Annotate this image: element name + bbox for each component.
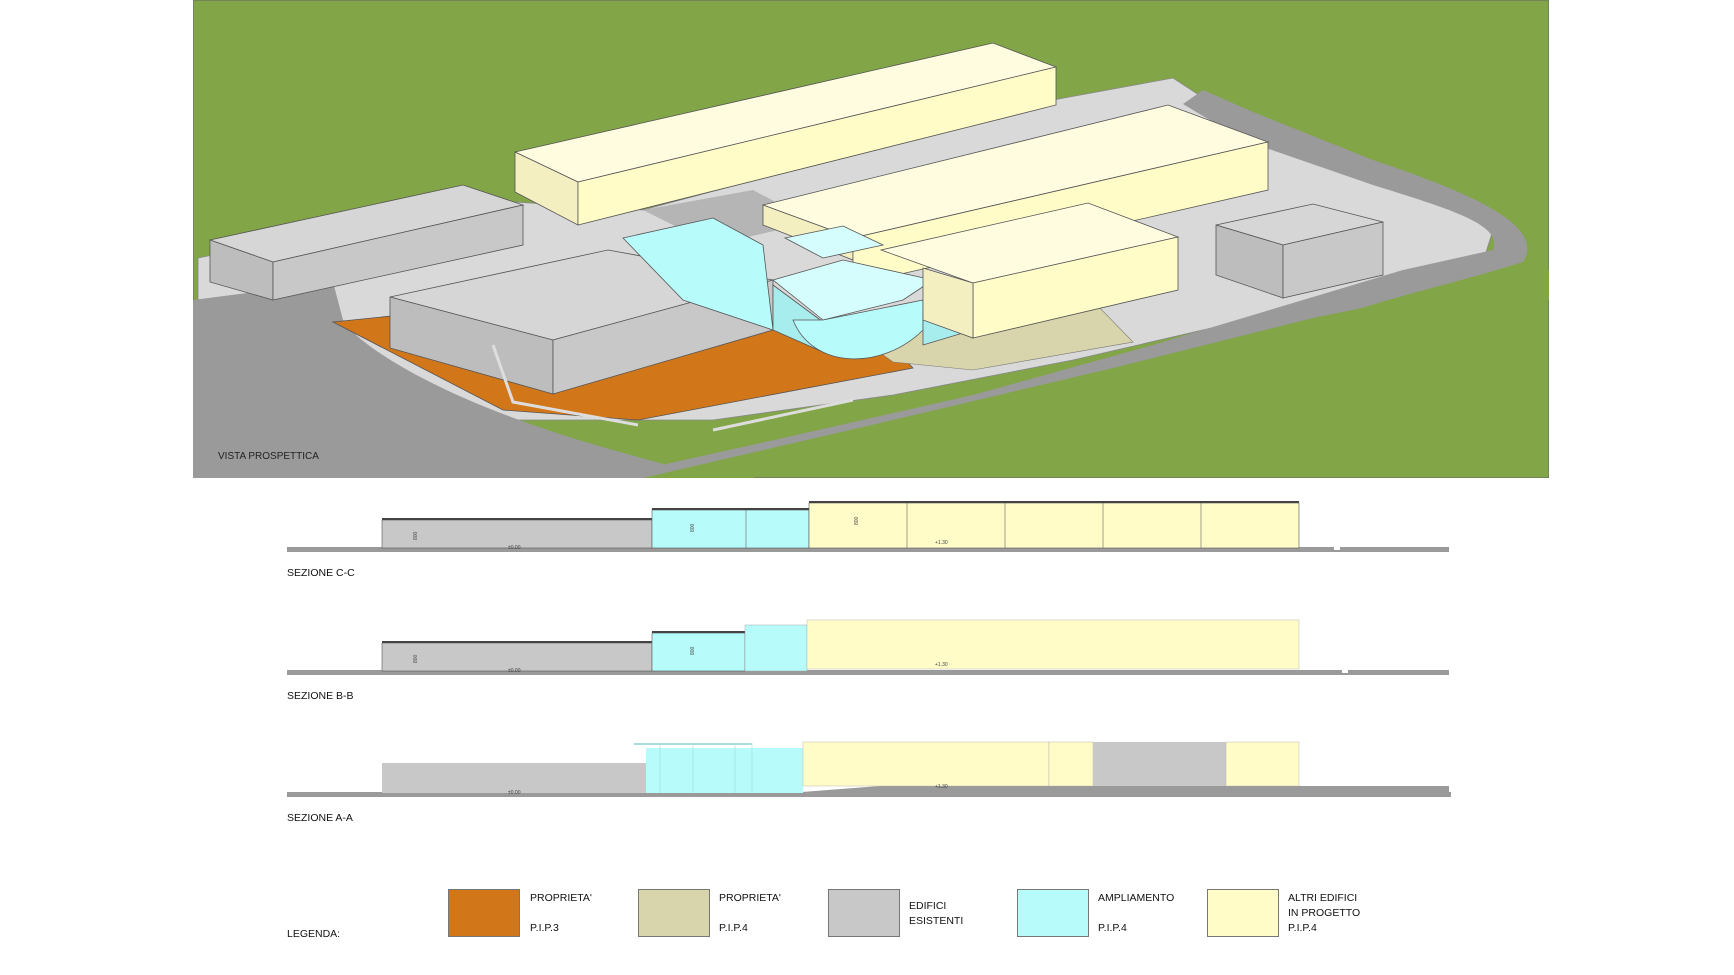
- legend-swatch-existing: [828, 889, 900, 937]
- section-c-c: 800 800 800 ±0.00 +1.30 SEZIONE C-C: [0, 495, 1734, 580]
- svg-text:800: 800: [413, 654, 419, 663]
- section-a-a-drawing: ±0.00 +1.30: [287, 741, 1451, 797]
- legend-swatch-pip4-property: [638, 889, 710, 937]
- section-b-b: 800 800 ±0.00 +1.30 SEZIONE B-B: [0, 618, 1734, 703]
- svg-text:+1.30: +1.30: [935, 784, 948, 790]
- legend-title: LEGENDA:: [287, 928, 341, 940]
- legend-sublabel: P.I.P.4: [1098, 922, 1127, 934]
- svg-text:800: 800: [854, 516, 860, 525]
- legend-swatch-expansion: [1017, 889, 1089, 937]
- legend-swatch-pip3: [448, 889, 520, 937]
- legend-label: EDIFICI: [909, 900, 947, 912]
- legend-label-line2: ESISTENTI: [909, 915, 964, 927]
- section-a-a: ±0.00 +1.30 SEZIONE A-A: [0, 740, 1734, 825]
- legend-swatch-other-buildings: [1207, 889, 1279, 937]
- section-b-b-drawing: 800 800 ±0.00 +1.30: [287, 619, 1449, 675]
- section-b-b-title: SEZIONE B-B: [287, 690, 354, 702]
- perspective-drawing: [193, 0, 1549, 478]
- svg-text:±0.00: ±0.00: [508, 545, 521, 551]
- svg-text:+1.30: +1.30: [935, 662, 948, 668]
- svg-text:800: 800: [690, 646, 696, 655]
- section-c-c-title: SEZIONE C-C: [287, 567, 355, 579]
- legend-label: AMPLIAMENTO: [1098, 892, 1175, 904]
- legend-label: ALTRI EDIFICI: [1288, 892, 1358, 904]
- legend-sublabel: P.I.P.3: [530, 922, 559, 934]
- perspective-view: VISTA PROSPETTICA: [193, 0, 1549, 478]
- svg-text:800: 800: [690, 523, 696, 532]
- legend-label-line2: IN PROGETTO: [1288, 907, 1361, 919]
- section-c-c-drawing: 800 800 800 ±0.00 +1.30: [287, 501, 1449, 552]
- svg-text:800: 800: [413, 531, 419, 540]
- legend-sublabel: P.I.P.4: [719, 922, 748, 934]
- legend-label: PROPRIETA': [530, 892, 592, 904]
- legend-label: PROPRIETA': [719, 892, 781, 904]
- view-label: VISTA PROSPETTICA: [218, 451, 319, 462]
- section-a-a-title: SEZIONE A-A: [287, 812, 353, 824]
- svg-text:±0.00: ±0.00: [508, 790, 521, 796]
- svg-text:±0.00: ±0.00: [508, 668, 521, 674]
- legend-sublabel: P.I.P.4: [1288, 922, 1317, 934]
- svg-text:+1.30: +1.30: [935, 540, 948, 546]
